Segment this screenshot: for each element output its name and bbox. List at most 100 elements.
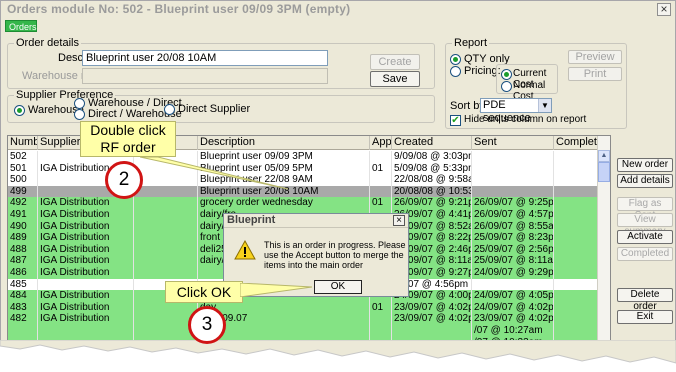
cell-number bbox=[8, 325, 38, 337]
cell-completed bbox=[554, 243, 598, 256]
save-button[interactable]: Save bbox=[370, 71, 420, 87]
col-created[interactable]: Created bbox=[392, 136, 472, 150]
grid-scrollbar[interactable]: ▲ bbox=[597, 136, 610, 344]
create-button[interactable]: Create bbox=[370, 54, 420, 70]
cell-completed bbox=[554, 325, 598, 337]
callout-pointer-ok bbox=[240, 283, 312, 297]
cell-created: 22/08/08 @ 9:58am bbox=[392, 174, 472, 187]
sort-by-select[interactable]: PDE sequence ▼ bbox=[480, 98, 552, 124]
cell-blank bbox=[134, 301, 198, 314]
cell-sent: 24/09/07 @ 4:02pm bbox=[474, 301, 554, 314]
order-details-legend: Order details bbox=[14, 37, 81, 49]
callout-pointer bbox=[140, 157, 289, 190]
col-completed[interactable]: Completed bbox=[554, 136, 598, 150]
new-order-button[interactable]: New order bbox=[617, 158, 673, 172]
cell-number: 483 bbox=[8, 301, 38, 314]
cell-completed bbox=[554, 278, 598, 291]
cell-sent: 26/09/07 @ 9:25pm bbox=[474, 197, 554, 210]
table-row[interactable]: 501 IGA Distribution Blueprint user 05/09 … bbox=[8, 162, 598, 175]
radio-normal-cost[interactable] bbox=[501, 81, 512, 92]
cell-supplier: IGA Distribution bbox=[38, 243, 134, 256]
cell-description: grocery order wednesday bbox=[198, 197, 370, 210]
col-number[interactable]: Number bbox=[8, 136, 38, 150]
desc-input[interactable]: Blueprint user 20/08 10AM bbox=[82, 50, 328, 66]
cell-created: 26/09/07 @ 9:21pm bbox=[392, 197, 472, 210]
hide-units-label: Hide units column on report bbox=[464, 114, 587, 125]
print-button[interactable]: Print bbox=[568, 67, 622, 81]
completed-button[interactable]: Completed bbox=[617, 247, 673, 261]
cell-completed bbox=[554, 197, 598, 210]
table-row[interactable]: 483IGA Distribution day0123/09/07 @ 4:02p… bbox=[8, 301, 598, 314]
delete-order-button[interactable]: Delete order bbox=[617, 288, 673, 312]
radio-warehouse-direct[interactable] bbox=[74, 98, 85, 109]
cell-blank bbox=[134, 232, 198, 245]
cell-blank bbox=[134, 209, 198, 221]
cell-sent bbox=[472, 174, 554, 187]
view-summary-button[interactable]: View summary bbox=[617, 213, 673, 237]
cell-app bbox=[370, 174, 392, 187]
cell-sent: 25/09/07 @ 8:11am bbox=[474, 255, 554, 268]
cell-number: 487 bbox=[8, 255, 38, 268]
cell-completed bbox=[554, 220, 598, 233]
col-app[interactable]: App bbox=[370, 136, 392, 150]
exit-button[interactable]: Exit bbox=[617, 310, 673, 324]
cell-sent: 24/09/07 @ 9:29pm bbox=[474, 267, 554, 279]
radio-qty-only[interactable] bbox=[450, 54, 461, 65]
dialog-title: Blueprint bbox=[224, 214, 408, 228]
cell-app: 01 bbox=[370, 197, 392, 210]
radio-current-cost[interactable] bbox=[501, 69, 512, 80]
table-row[interactable]: 500 Blueprint user 22/08 9AM 22/08/08 @ 9:… bbox=[8, 174, 598, 187]
flag-as-sent-button[interactable]: Flag as Sent bbox=[617, 197, 673, 221]
cell-blank bbox=[134, 220, 198, 233]
radio-pricing[interactable] bbox=[450, 66, 461, 77]
step-2-circle: 2 bbox=[105, 161, 143, 199]
cell-completed bbox=[554, 209, 598, 221]
pricing-subgroup: Current Cost Normal Cost bbox=[496, 64, 558, 102]
table-row[interactable]: /07 @ 10:27am bbox=[8, 325, 598, 337]
order-details-group: Order details Desc Blueprint user 20/08 … bbox=[7, 37, 435, 89]
radio-direct-supplier[interactable] bbox=[164, 104, 175, 115]
cell-completed bbox=[554, 232, 598, 245]
cell-app bbox=[370, 185, 392, 198]
preview-button[interactable]: Preview bbox=[568, 50, 622, 64]
cell-sent bbox=[472, 151, 554, 163]
cell-supplier: IGA Distribution bbox=[38, 255, 134, 268]
report-group: Report QTY only Pricing: Current Cost No… bbox=[445, 37, 627, 129]
cell-number: 502 bbox=[8, 151, 38, 163]
warehouse-note-input[interactable] bbox=[82, 68, 328, 84]
cell-created: 23/09/07 @ 4:02pm bbox=[392, 313, 472, 326]
cell-supplier: IGA Distribution bbox=[38, 197, 134, 210]
dialog-ok-button[interactable]: OK bbox=[314, 280, 362, 294]
add-details-button[interactable]: Add details bbox=[617, 174, 673, 188]
activate-button[interactable]: Activate bbox=[617, 230, 673, 244]
cell-supplier bbox=[38, 325, 134, 337]
table-row[interactable]: 492 IGA Distribution grocery order wednesd… bbox=[8, 197, 598, 210]
col-description[interactable]: Description bbox=[198, 136, 370, 150]
title-bar: Orders module No: 502 - Blueprint user 0… bbox=[1, 1, 675, 19]
window-close-button[interactable]: × bbox=[657, 3, 671, 16]
radio-direct-warehouse[interactable] bbox=[74, 109, 85, 120]
dialog-close-button[interactable]: × bbox=[393, 215, 405, 226]
col-sent[interactable]: Sent bbox=[472, 136, 554, 150]
orders-tab[interactable]: Orders bbox=[5, 20, 37, 32]
cell-completed bbox=[554, 174, 598, 187]
table-row[interactable]: 499 Blueprint user 20/08 10AM 20/08/08 @ 1… bbox=[8, 185, 598, 198]
hide-units-checkbox[interactable]: ✔ bbox=[450, 115, 461, 126]
scroll-thumb[interactable] bbox=[598, 162, 610, 182]
cell-number: 491 bbox=[8, 209, 38, 221]
cell-supplier: IGA Distribution bbox=[38, 267, 134, 279]
radio-warehouse[interactable] bbox=[14, 105, 25, 116]
cell-created bbox=[392, 325, 472, 337]
cell-app bbox=[370, 151, 392, 163]
orders-window: Orders module No: 502 - Blueprint user 0… bbox=[0, 0, 676, 345]
cell-number: 492 bbox=[8, 197, 38, 210]
cell-sent bbox=[472, 278, 554, 291]
cell-app: 01 bbox=[370, 301, 392, 314]
cell-completed bbox=[554, 185, 598, 198]
cell-sent: /07 @ 10:27am bbox=[472, 325, 554, 337]
cell-supplier: IGA Distribution bbox=[38, 209, 134, 221]
scroll-up-icon[interactable]: ▲ bbox=[598, 150, 610, 162]
cell-number: 499 bbox=[8, 185, 38, 198]
cell-sent: 25/09/07 @ 2:56pm bbox=[474, 243, 554, 256]
table-row[interactable]: 482IGA Distributionn 23.09.0723/09/07 @ … bbox=[8, 313, 598, 326]
